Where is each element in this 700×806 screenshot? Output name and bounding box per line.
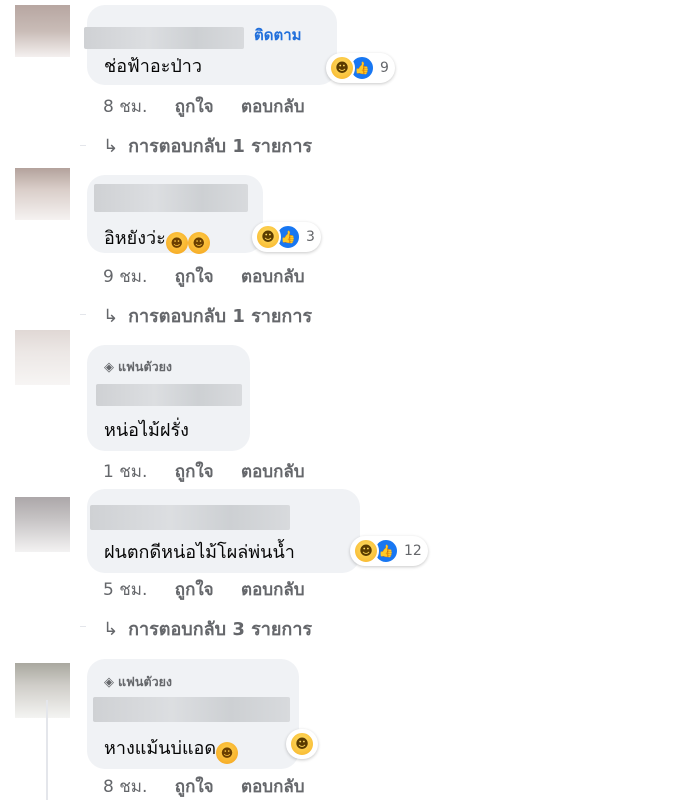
comment-item: ติดตาม ช่อฟ้าอะป่าว ☻ 👍 9 8 ชม. ถูกใจ ตอ…: [0, 0, 700, 165]
reaction-count: 12: [404, 543, 422, 559]
comment-actions: 9 ชม. ถูกใจ ตอบกลับ: [103, 263, 327, 290]
view-replies-link[interactable]: ↳ การตอบกลับ 1 รายการ: [103, 301, 312, 330]
reaction-count: 9: [380, 60, 389, 76]
replies-count-label: การตอบกลับ 1 รายการ: [128, 136, 313, 157]
reaction-summary[interactable]: ☻ 👍 3: [252, 222, 321, 252]
haha-reaction-icon: ☻: [353, 538, 379, 564]
avatar[interactable]: [15, 168, 70, 220]
comment-text: หางแม้นบ่แอด ☻: [104, 733, 239, 764]
author-name-blurred[interactable]: [94, 184, 248, 212]
replies-count-label: การตอบกลับ 3 รายการ: [128, 619, 313, 640]
avatar[interactable]: [15, 330, 70, 385]
comment-item: ฝนตกดีหน่อไม้โผล่พ่นน้ำ ☻ 👍 12 5 ชม. ถูก…: [0, 489, 700, 652]
view-replies-link[interactable]: ↳ การตอบกลับ 1 รายการ: [103, 131, 312, 160]
comment-item: ◈ แฟนตัวยง หน่อไม้ฝรั่ง 1 ชม. ถูกใจ ตอบก…: [0, 330, 700, 490]
author-name-blurred[interactable]: [93, 697, 290, 722]
like-button[interactable]: ถูกใจ: [175, 777, 214, 797]
comment-bubble: ◈ แฟนตัวยง หน่อไม้ฝรั่ง: [87, 345, 250, 451]
haha-reaction-icon: ☻: [329, 55, 355, 81]
reply-button[interactable]: ตอบกลับ: [241, 580, 305, 600]
author-name-blurred[interactable]: [84, 27, 244, 49]
avatar[interactable]: [15, 5, 70, 57]
comment-bubble: อิหยังว่ะ ☻ ☻: [87, 175, 263, 254]
comment-item: อิหยังว่ะ ☻ ☻ ☻ 👍 3 9 ชม. ถูกใจ ตอบกลับ ↳ ก…: [0, 168, 700, 328]
grin-emoji-icon: ☻: [216, 742, 239, 764]
comment-text: ฝนตกดีหน่อไม้โผล่พ่นน้ำ: [104, 542, 295, 563]
author-name-blurred[interactable]: [96, 384, 242, 406]
reply-arrow-icon: ↳: [103, 136, 119, 157]
reaction-summary[interactable]: ☻ 👍 9: [326, 53, 395, 83]
like-button[interactable]: ถูกใจ: [175, 267, 214, 287]
timestamp[interactable]: 8 ชม.: [103, 97, 147, 117]
comment-text: หน่อไม้ฝรั่ง: [104, 420, 189, 441]
avatar[interactable]: [15, 497, 70, 552]
like-button[interactable]: ถูกใจ: [175, 462, 214, 482]
comment-actions: 5 ชม. ถูกใจ ตอบกลับ: [103, 576, 327, 603]
badge-label: แฟนตัวยง: [118, 359, 173, 374]
top-fan-badge[interactable]: ◈ แฟนตัวยง: [104, 672, 172, 692]
rofl-emoji-icon: ☻: [187, 232, 210, 254]
timestamp[interactable]: 8 ชม.: [103, 777, 147, 797]
comment-actions: 8 ชม. ถูกใจ ตอบกลับ: [103, 773, 327, 800]
follow-link[interactable]: ติดตาม: [254, 23, 302, 47]
haha-reaction-icon: ☻: [289, 731, 315, 757]
rofl-emoji-icon: ☻: [165, 232, 188, 254]
diamond-icon: ◈: [104, 674, 114, 690]
comment-actions: 8 ชม. ถูกใจ ตอบกลับ: [103, 93, 327, 120]
reply-button[interactable]: ตอบกลับ: [241, 777, 305, 797]
comment-bubble: ติดตาม ช่อฟ้าอะป่าว: [84, 5, 337, 85]
view-replies-link[interactable]: ↳ การตอบกลับ 3 รายการ: [103, 614, 312, 643]
like-button[interactable]: ถูกใจ: [175, 580, 214, 600]
timestamp[interactable]: 1 ชม.: [103, 462, 147, 482]
timestamp[interactable]: 5 ชม.: [103, 580, 147, 600]
reaction-summary[interactable]: ☻: [286, 729, 318, 759]
reaction-count: 3: [306, 229, 315, 245]
comment-text: อิหยังว่ะ ☻ ☻: [104, 223, 210, 254]
comment-text: ช่อฟ้าอะป่าว: [104, 56, 202, 77]
reply-button[interactable]: ตอบกลับ: [241, 267, 305, 287]
comment-item: ◈ แฟนตัวยง หางแม้นบ่แอด ☻ ☻ 8 ชม. ถูกใจ ต…: [0, 656, 700, 806]
avatar[interactable]: [15, 663, 70, 718]
haha-reaction-icon: ☻: [255, 224, 281, 250]
badge-label: แฟนตัวยง: [118, 674, 173, 689]
like-button[interactable]: ถูกใจ: [175, 97, 214, 117]
timestamp[interactable]: 9 ชม.: [103, 267, 147, 287]
author-name-blurred[interactable]: [90, 505, 290, 530]
comment-bubble: ฝนตกดีหน่อไม้โผล่พ่นน้ำ: [87, 489, 360, 573]
reply-button[interactable]: ตอบกลับ: [241, 97, 305, 117]
thread-line: [46, 700, 48, 800]
reaction-summary[interactable]: ☻ 👍 12: [350, 536, 428, 566]
comment-bubble: ◈ แฟนตัวยง หางแม้นบ่แอด ☻: [87, 659, 299, 769]
reply-arrow-icon: ↳: [103, 306, 119, 327]
top-fan-badge[interactable]: ◈ แฟนตัวยง: [104, 357, 172, 377]
reply-button[interactable]: ตอบกลับ: [241, 462, 305, 482]
comment-actions: 1 ชม. ถูกใจ ตอบกลับ: [103, 458, 327, 485]
diamond-icon: ◈: [104, 359, 114, 375]
reply-arrow-icon: ↳: [103, 619, 119, 640]
replies-count-label: การตอบกลับ 1 รายการ: [128, 306, 313, 327]
